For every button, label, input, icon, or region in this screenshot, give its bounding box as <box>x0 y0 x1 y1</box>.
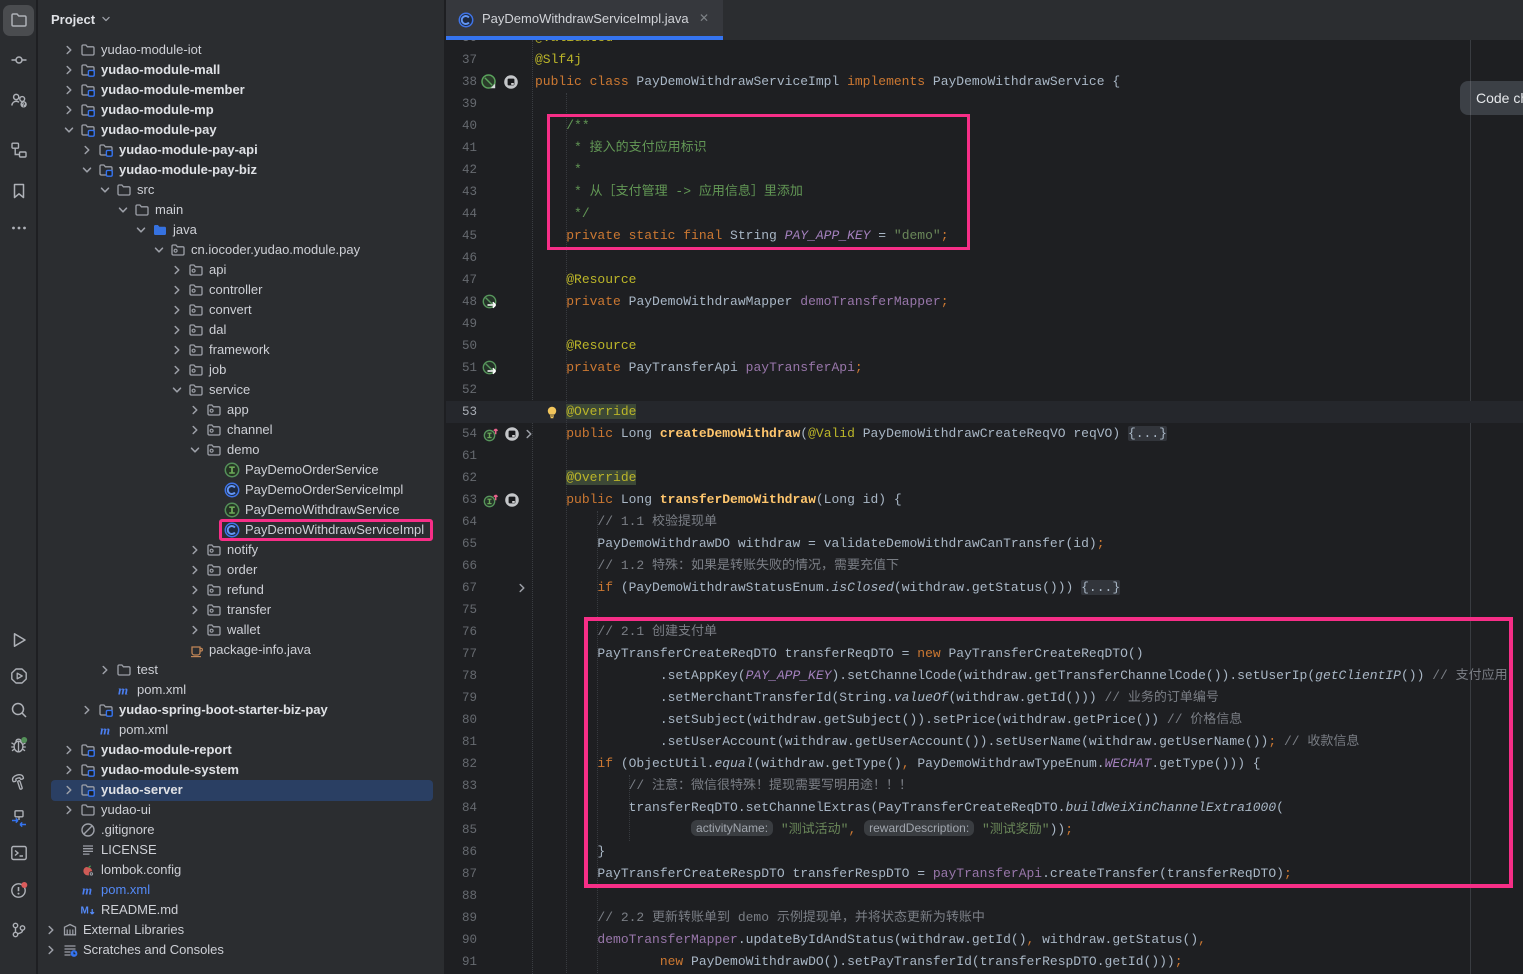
svg-text:M: M <box>81 906 89 917</box>
svg-text:m: m <box>82 883 92 898</box>
svg-text:m: m <box>118 683 128 698</box>
svg-text:m: m <box>100 723 110 738</box>
